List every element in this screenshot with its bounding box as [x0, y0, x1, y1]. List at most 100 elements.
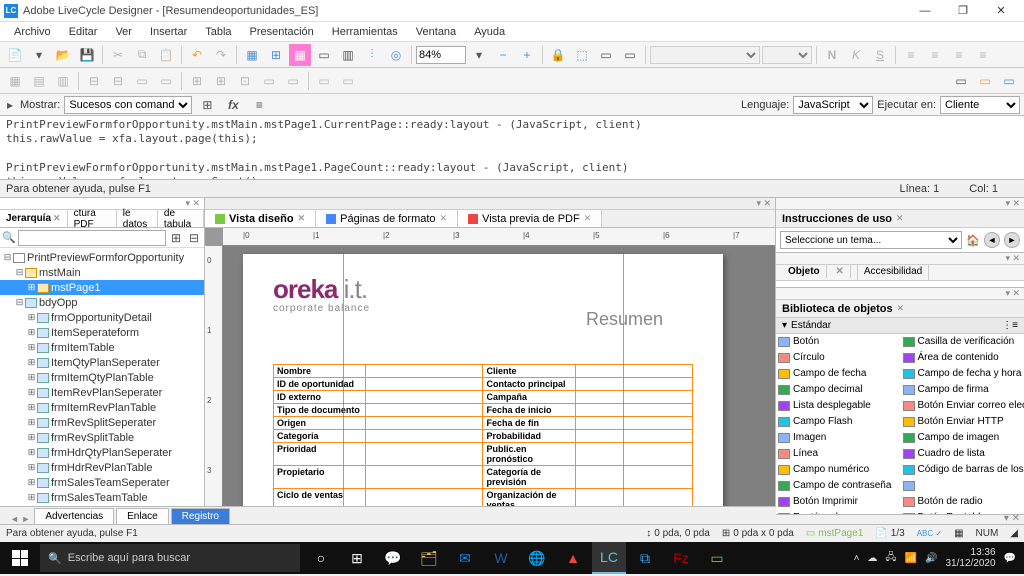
tray-net[interactable]: 🖧 [885, 550, 896, 567]
script-btn1[interactable]: ⊞ [196, 94, 218, 116]
bullet-button[interactable]: ◎ [385, 44, 407, 66]
bottom-panel-close[interactable]: ▾ ✕ [1000, 513, 1024, 524]
lock-button[interactable]: 🔒 [547, 44, 569, 66]
box-button[interactable]: ▭ [313, 44, 335, 66]
task-view[interactable]: ⊞ [340, 542, 374, 574]
italic-button[interactable]: K [845, 44, 867, 66]
task-explorer[interactable]: 🗂 [412, 542, 446, 574]
script-editor[interactable]: PrintPreviewFormforOpportunity.mstMain.m… [0, 116, 1024, 180]
resize-grip[interactable]: ◢ [1010, 528, 1018, 539]
tray-up[interactable]: ˄ [854, 553, 860, 564]
bold-button[interactable]: N [821, 44, 843, 66]
tool-c[interactable]: ▭ [619, 44, 641, 66]
t13[interactable]: ▭ [313, 70, 335, 92]
howto-next[interactable]: ► [1004, 232, 1020, 248]
btab-advertencias[interactable]: Advertencias [34, 508, 114, 524]
lib-menu[interactable]: ⋮≡ [1002, 320, 1018, 331]
tab-design[interactable]: Vista diseño✕ [205, 210, 316, 227]
redo-button[interactable]: ↷ [210, 44, 232, 66]
task-outlook[interactable]: ✉ [448, 542, 482, 574]
t7[interactable]: ▭ [155, 70, 177, 92]
lib-item[interactable]: Área de contenido [901, 350, 1024, 365]
taskbar-search[interactable]: 🔍Escribe aquí para buscar [40, 544, 300, 572]
grid-button[interactable]: ▦ [241, 44, 263, 66]
tab-datos[interactable]: le datos [117, 210, 158, 227]
tree-item[interactable]: ⊞InvolvedPartySeperateform [0, 505, 204, 506]
tr1[interactable]: ▭ [950, 70, 972, 92]
task-livecycle[interactable]: LC [592, 542, 626, 574]
lib-item[interactable]: Cuadro de lista [901, 446, 1024, 461]
lib-item[interactable]: Botón Enviar HTTP [901, 414, 1024, 429]
btab-registro[interactable]: Registro [171, 508, 230, 524]
tree-item[interactable]: ⊞frmItemQtyPlanTable [0, 370, 204, 385]
copy-button[interactable]: ⧉ [131, 44, 153, 66]
save-button[interactable]: 💾 [76, 44, 98, 66]
task-notepad[interactable]: ▭ [700, 542, 734, 574]
t2[interactable]: ▤ [28, 70, 50, 92]
tree-item[interactable]: ⊞ItemRevPlanSeperater [0, 385, 204, 400]
script-fn[interactable]: fx [222, 94, 244, 116]
tray-wifi[interactable]: 📶 [905, 553, 917, 564]
tray-vol[interactable]: 🔊 [925, 553, 937, 564]
lib-item[interactable]: Botón Enviar correo electrónico [901, 398, 1024, 413]
lib-item[interactable]: Botón Imprimir [776, 494, 900, 509]
lib-item[interactable]: Rectángulo [776, 510, 900, 514]
menu-archivo[interactable]: Archivo [6, 24, 59, 40]
maximize-button[interactable]: ❐ [944, 0, 982, 22]
tool-b[interactable]: ▭ [595, 44, 617, 66]
task-filezilla[interactable]: Fz [664, 542, 698, 574]
script-btn2[interactable]: ≡ [248, 94, 270, 116]
right-top-close[interactable]: ▾ ✕ [776, 198, 1024, 210]
lib-item[interactable]: Campo de firma [901, 382, 1024, 397]
zoom-dropdown[interactable]: ▾ [468, 44, 490, 66]
events-select[interactable]: Sucesos con comand [64, 96, 192, 114]
tab-master[interactable]: Páginas de formato✕ [316, 210, 458, 227]
lib-item[interactable]: Botón [776, 334, 900, 349]
zoom-in-button[interactable]: + [516, 44, 538, 66]
dots-button[interactable]: ⫶ [361, 44, 383, 66]
design-page[interactable]: oreka i.t. corporate balance Resumen Nom… [243, 254, 723, 506]
tab-preview[interactable]: Vista previa de PDF✕ [458, 210, 602, 227]
task-vscode[interactable]: ⧉ [628, 542, 662, 574]
t8[interactable]: ⊞ [186, 70, 208, 92]
form-table[interactable]: NombreClienteID de oportunidadContacto p… [273, 364, 693, 506]
task-cortana[interactable]: ○ [304, 542, 338, 574]
t3[interactable]: ▥ [52, 70, 74, 92]
menu-ver[interactable]: Ver [107, 24, 140, 40]
lib-item[interactable]: Campo decimal [776, 382, 900, 397]
menu-tabla[interactable]: Tabla [197, 24, 239, 40]
tr2[interactable]: ▭ [974, 70, 996, 92]
lib-item[interactable]: Campo de contraseña [776, 478, 900, 493]
t9[interactable]: ⊞ [210, 70, 232, 92]
howto-prev[interactable]: ◄ [984, 232, 1000, 248]
menu-ayuda[interactable]: Ayuda [466, 24, 513, 40]
task-chat[interactable]: 💬 [376, 542, 410, 574]
underline-button[interactable]: S [869, 44, 891, 66]
tree-item[interactable]: ⊞frmItemRevPlanTable [0, 400, 204, 415]
lib-item[interactable]: Línea [776, 446, 900, 461]
tab-access[interactable]: Accesibilidad [858, 265, 929, 280]
lib-item[interactable]: Imagen [776, 430, 900, 445]
open-button[interactable]: 📂 [52, 44, 74, 66]
hierarchy-search[interactable] [18, 230, 166, 246]
t14[interactable]: ▭ [337, 70, 359, 92]
lib-item[interactable]: Casilla de verificación [901, 334, 1024, 349]
t1[interactable]: ▦ [4, 70, 26, 92]
tree-item[interactable]: ⊞frmSalesTeamTable [0, 490, 204, 505]
tool-a[interactable]: ⬚ [571, 44, 593, 66]
menu-insertar[interactable]: Insertar [142, 24, 195, 40]
tree-item[interactable]: ⊞mstPage1 [0, 280, 204, 295]
rulers-button[interactable]: ▥ [337, 44, 359, 66]
tree-item[interactable]: ⊞ItemSeperateform [0, 325, 204, 340]
tray-notif[interactable]: 💬 [1004, 553, 1016, 564]
tree-item[interactable]: ⊞frmOpportunityDetail [0, 310, 204, 325]
menu-ventana[interactable]: Ventana [408, 24, 464, 40]
grid2-button[interactable]: ⊞ [265, 44, 287, 66]
tab-pdf[interactable]: ctura PDF [68, 210, 117, 227]
new-button[interactable]: 📄 [4, 44, 26, 66]
tab-jerarquia[interactable]: Jerarquía✕ [0, 210, 68, 227]
t10[interactable]: ⊡ [234, 70, 256, 92]
t6[interactable]: ▭ [131, 70, 153, 92]
tree-item[interactable]: ⊞frmHdrQtyPlanSeperater [0, 445, 204, 460]
lib-item[interactable]: Botón de radio [901, 494, 1024, 509]
